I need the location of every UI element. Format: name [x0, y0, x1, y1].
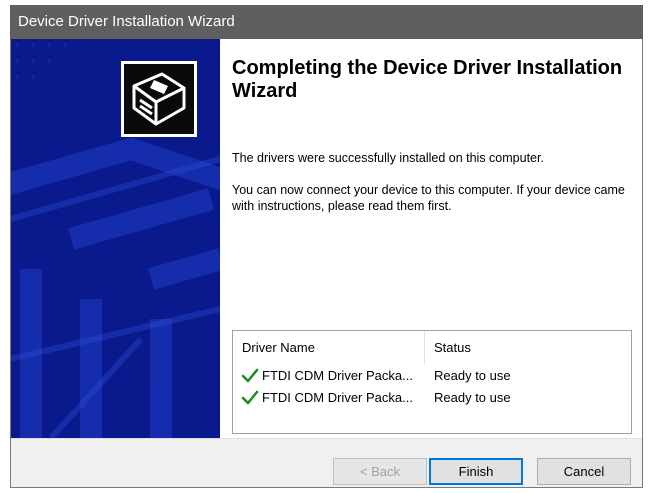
green-check-icon [241, 390, 259, 405]
wizard-frame: Completing the Device Driver Installatio… [10, 39, 643, 488]
finish-button[interactable]: Finish [429, 458, 523, 485]
window-title: Device Driver Installation Wizard [18, 13, 235, 30]
driver-name-cell: FTDI CDM Driver Packa... [262, 390, 413, 405]
green-check-icon [241, 368, 259, 383]
wizard-side-panel [11, 39, 220, 438]
button-bar: < Back Finish Cancel [11, 438, 642, 487]
instructions-text: You can now connect your device to this … [232, 183, 625, 213]
driver-status-cell: Ready to use [434, 390, 511, 405]
title-bar[interactable]: Device Driver Installation Wizard [10, 5, 643, 39]
hardware-install-icon [121, 61, 197, 137]
driver-status-cell: Ready to use [434, 368, 511, 383]
page-title: Completing the Device Driver Installatio… [232, 57, 623, 102]
cancel-button[interactable]: Cancel [537, 458, 631, 485]
wizard-window: Device Driver Installation Wizard Comple… [0, 0, 665, 493]
success-message: The drivers were successfully installed … [232, 151, 544, 165]
driver-table[interactable]: Driver Name Status FTDI CDM Driver Packa… [232, 330, 632, 434]
wizard-content: Completing the Device Driver Installatio… [220, 39, 642, 438]
table-row[interactable]: FTDI CDM Driver Packa... Ready to use [233, 365, 631, 387]
table-row[interactable]: FTDI CDM Driver Packa... Ready to use [233, 387, 631, 409]
column-header-driver-name[interactable]: Driver Name [233, 331, 425, 365]
column-header-status[interactable]: Status [425, 331, 631, 365]
back-button[interactable]: < Back [333, 458, 427, 485]
driver-name-cell: FTDI CDM Driver Packa... [262, 368, 413, 383]
